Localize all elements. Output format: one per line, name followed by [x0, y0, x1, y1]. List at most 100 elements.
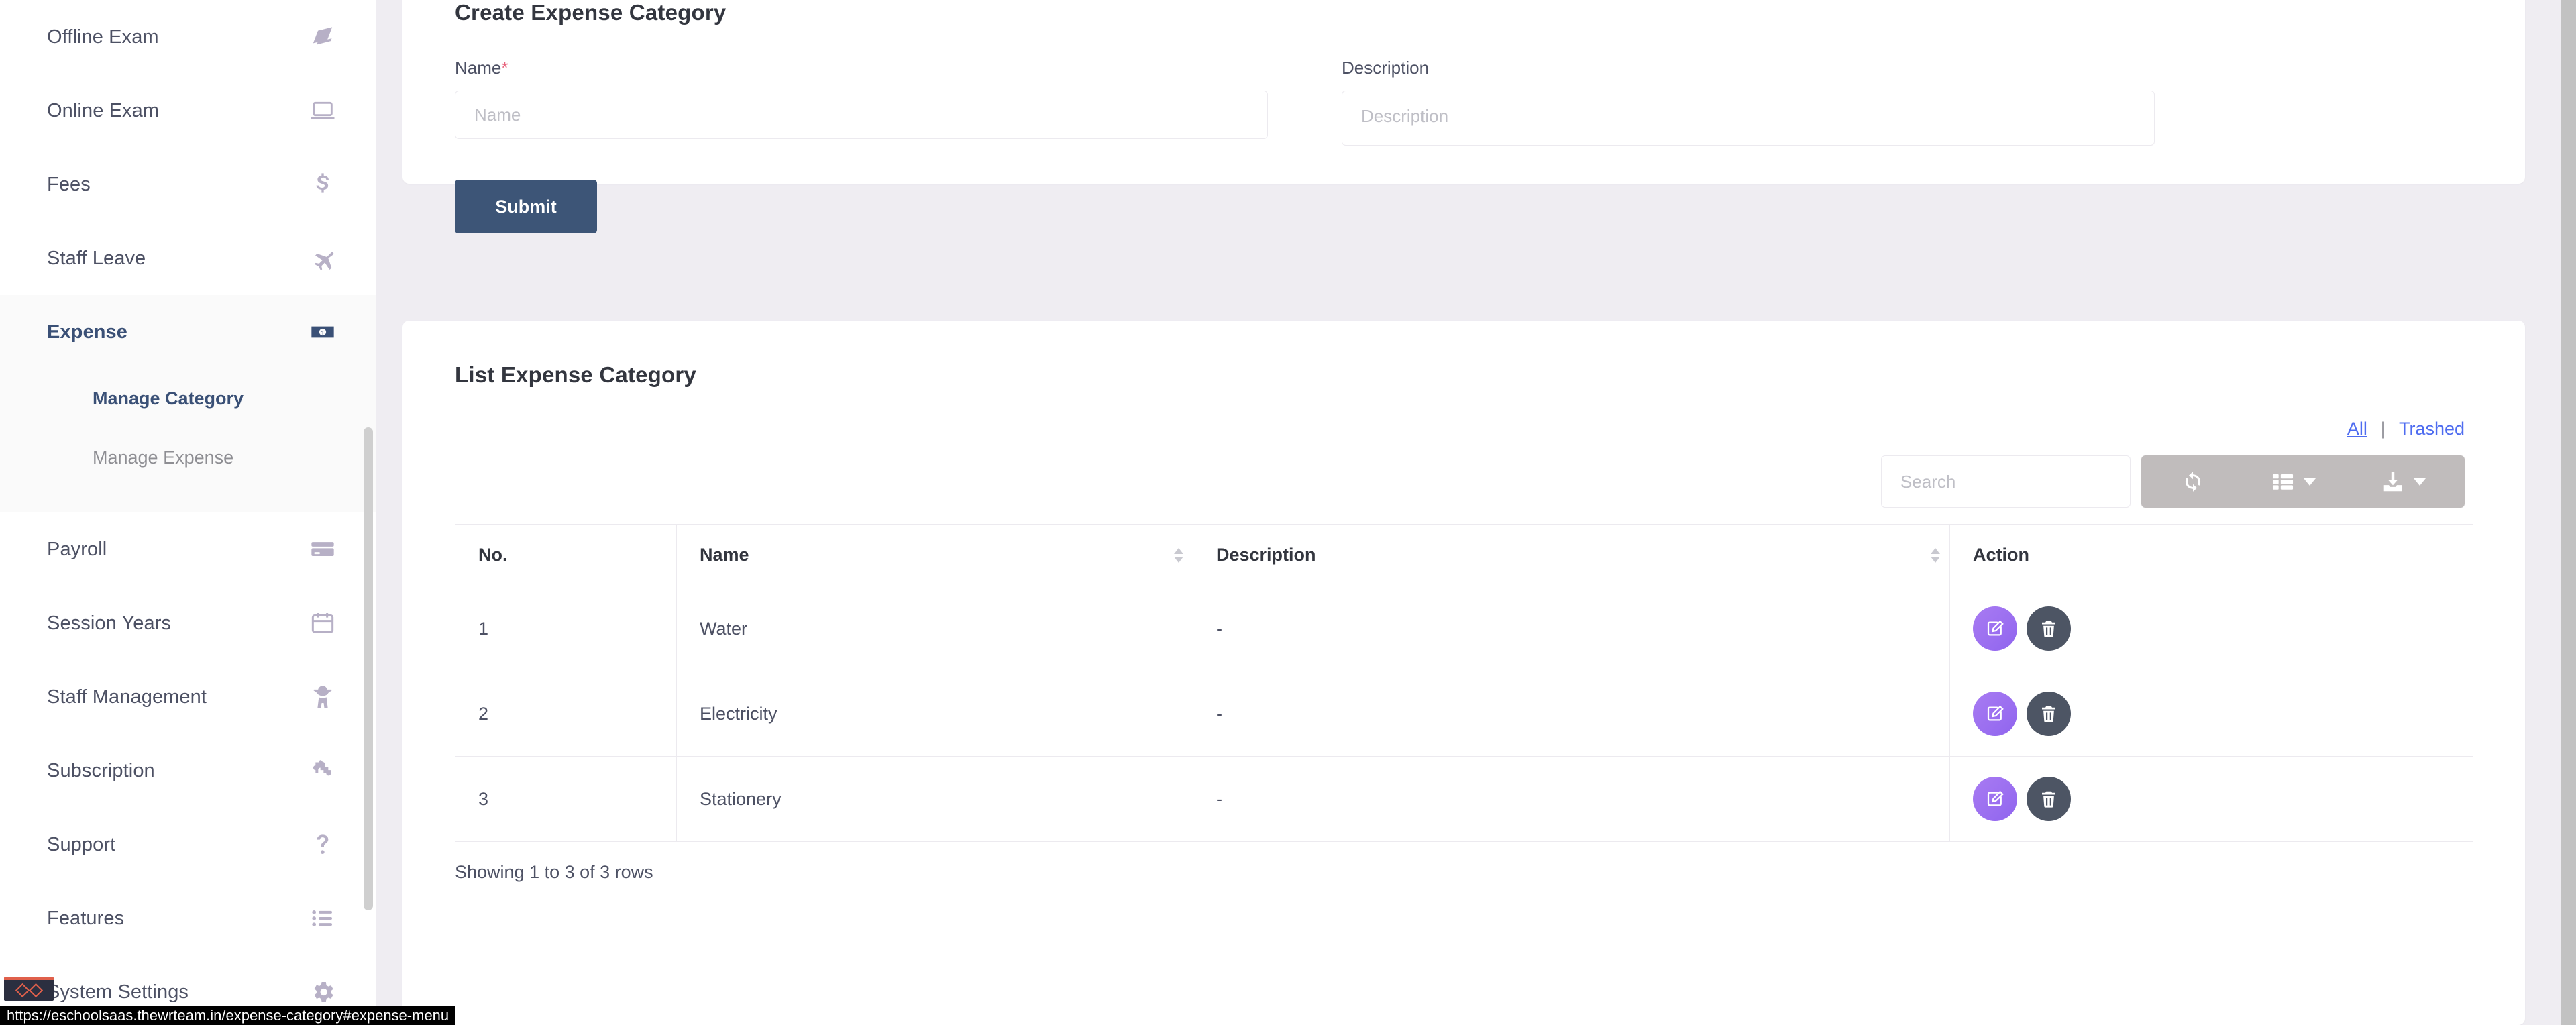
filter-all-link[interactable]: All	[2347, 419, 2367, 439]
columns-button[interactable]	[2238, 455, 2348, 508]
dev-widget[interactable]	[4, 977, 54, 1001]
create-form: Name* Description	[455, 58, 2473, 149]
sidebar-item-label: Subscription	[47, 760, 155, 782]
sidebar-item-fees[interactable]: Fees	[0, 148, 376, 221]
row-actions	[1973, 606, 2450, 651]
sidebar-item-label: Offline Exam	[47, 26, 159, 48]
sidebar-item-payroll[interactable]: Payroll	[0, 512, 376, 586]
submit-button[interactable]: Submit	[455, 180, 597, 233]
sidebar-item-label: Staff Management	[47, 686, 207, 708]
sidebar-group-expense: Expense 1 Manage Category Manage Expense	[0, 295, 376, 512]
column-header-description-label: Description	[1216, 545, 1316, 565]
table-row: 1 Water -	[455, 586, 2473, 671]
sidebar-item-label: Fees	[47, 174, 91, 196]
expense-category-table: No. Name Description Action 1 Water -	[455, 524, 2473, 842]
trash-icon	[2039, 789, 2059, 809]
description-field-group: Description	[1342, 58, 2176, 149]
list-title: List Expense Category	[455, 362, 2473, 388]
row-actions	[1973, 777, 2450, 821]
chevron-down-icon	[2304, 478, 2316, 486]
gear-icon	[307, 977, 338, 1008]
book-icon	[307, 21, 338, 52]
cell-name: Electricity	[677, 671, 1193, 757]
column-header-no: No.	[455, 525, 677, 586]
airplane-icon	[307, 243, 338, 274]
sidebar-item-online-exam[interactable]: Online Exam	[0, 74, 376, 148]
sidebar-item-subscription[interactable]: Subscription	[0, 734, 376, 808]
column-header-name-label: Name	[700, 545, 749, 565]
sort-icon[interactable]	[1174, 548, 1183, 563]
description-textarea[interactable]	[1342, 91, 2155, 146]
refresh-icon	[2180, 469, 2206, 494]
edit-icon	[1985, 618, 2005, 639]
export-download-icon	[2380, 469, 2406, 494]
sidebar-item-session-years[interactable]: Session Years	[0, 586, 376, 660]
sidebar-item-label: Online Exam	[47, 100, 159, 122]
user-secret-icon	[307, 682, 338, 712]
name-field-group: Name*	[455, 58, 1289, 149]
edit-icon	[1985, 704, 2005, 724]
calendar-icon	[307, 608, 338, 639]
cell-name: Water	[677, 586, 1193, 671]
sidebar-item-label: Payroll	[47, 539, 107, 561]
svg-text:1: 1	[321, 330, 325, 337]
delete-button[interactable]	[2027, 777, 2071, 821]
cell-name: Stationery	[677, 757, 1193, 842]
table-head: No. Name Description Action	[455, 525, 2473, 586]
edit-icon	[1985, 789, 2005, 809]
sidebar-item-label: Support	[47, 834, 115, 856]
search-input[interactable]	[1881, 455, 2131, 508]
page-scrollbar-track[interactable]	[2561, 0, 2576, 1025]
table-body: 1 Water -	[455, 586, 2473, 842]
edit-button[interactable]	[1973, 692, 2017, 736]
cell-no: 2	[455, 671, 677, 757]
sidebar-item-staff-leave[interactable]: Staff Leave	[0, 221, 376, 295]
name-label: Name*	[455, 58, 1289, 78]
sidebar-item-offline-exam[interactable]: Offline Exam	[0, 0, 376, 74]
delete-button[interactable]	[2027, 692, 2071, 736]
name-input[interactable]	[455, 91, 1268, 139]
cell-action	[1950, 671, 2473, 757]
page-scrollbar-thumb[interactable]	[2561, 0, 2576, 1025]
column-header-description[interactable]: Description	[1193, 525, 1950, 586]
page-title: Create Expense Category	[455, 0, 2473, 25]
column-header-name[interactable]: Name	[677, 525, 1193, 586]
toolbar-button-group	[2141, 455, 2465, 508]
sidebar-item-staff-management[interactable]: Staff Management	[0, 660, 376, 734]
cell-no: 1	[455, 586, 677, 671]
required-asterisk: *	[501, 58, 508, 78]
sidebar-item-features[interactable]: Features	[0, 881, 376, 955]
sidebar: Offline Exam Online Exam Fees Staff Leav…	[0, 0, 376, 1025]
edit-button[interactable]	[1973, 606, 2017, 651]
sidebar-scrollbar-thumb[interactable]	[364, 427, 373, 910]
list-expense-category-card: List Expense Category All | Trashed	[402, 321, 2525, 1025]
chevron-down-icon	[2414, 478, 2426, 486]
question-mark-icon	[307, 829, 338, 860]
edit-button[interactable]	[1973, 777, 2017, 821]
filter-trashed-link[interactable]: Trashed	[2399, 419, 2465, 439]
refresh-button[interactable]	[2148, 455, 2238, 508]
list-icon	[307, 903, 338, 934]
delete-button[interactable]	[2027, 606, 2071, 651]
column-header-action: Action	[1950, 525, 2473, 586]
sort-icon[interactable]	[1931, 548, 1940, 563]
cell-description: -	[1193, 671, 1950, 757]
sidebar-item-manage-expense[interactable]: Manage Expense	[0, 428, 376, 487]
export-button[interactable]	[2348, 455, 2458, 508]
cube-icon	[28, 983, 42, 997]
description-label: Description	[1342, 58, 2176, 78]
dollar-icon	[307, 169, 338, 200]
sidebar-item-label: System Settings	[47, 981, 189, 1004]
sidebar-item-support[interactable]: Support	[0, 808, 376, 881]
sidebar-item-label: Expense	[47, 321, 127, 343]
sidebar-item-expense[interactable]: Expense 1	[0, 295, 376, 369]
sidebar-nav: Offline Exam Online Exam Fees Staff Leav…	[0, 0, 376, 1025]
sidebar-scrollbar-track[interactable]	[365, 0, 374, 1025]
sidebar-item-manage-category[interactable]: Manage Category	[0, 369, 376, 428]
cube-icon	[15, 983, 29, 997]
cell-no: 3	[455, 757, 677, 842]
create-expense-category-card: Create Expense Category Name* Descriptio…	[402, 0, 2525, 184]
credit-card-icon	[307, 534, 338, 565]
sidebar-item-label: Features	[47, 908, 124, 930]
main-content: Create Expense Category Name* Descriptio…	[376, 0, 2576, 1025]
